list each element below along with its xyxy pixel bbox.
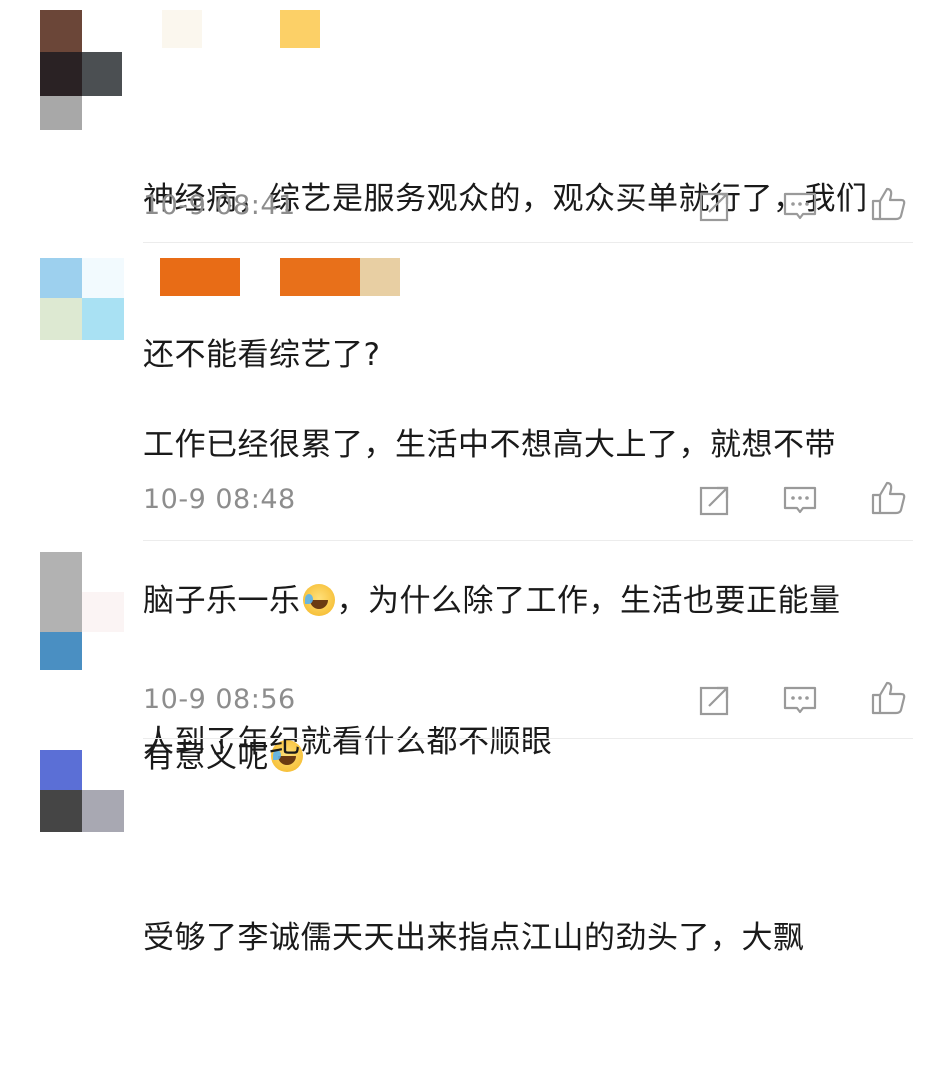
share-icon	[699, 686, 729, 716]
like-button[interactable]	[868, 478, 908, 518]
username-redacted[interactable]	[280, 10, 320, 48]
username-redacted[interactable]	[160, 258, 240, 296]
divider	[143, 540, 913, 541]
avatar[interactable]	[28, 750, 124, 832]
timestamp: 10-9 08:56	[143, 684, 296, 715]
avatar[interactable]	[28, 10, 124, 130]
share-icon	[699, 486, 729, 516]
like-button[interactable]	[868, 678, 908, 718]
timestamp: 10-9 08:48	[143, 484, 296, 515]
divider	[143, 242, 913, 243]
comment-icon	[783, 192, 817, 220]
comment-text-line: 工作已经很累了，生活中不想高大上了，就想不带	[143, 427, 836, 463]
username-redacted[interactable]	[280, 258, 360, 296]
share-button[interactable]	[695, 480, 735, 520]
avatar[interactable]	[28, 552, 124, 670]
share-button[interactable]	[695, 680, 735, 720]
thumbs-up-icon	[871, 187, 906, 221]
like-button[interactable]	[868, 184, 908, 224]
comment-button[interactable]	[780, 680, 820, 720]
divider	[143, 738, 913, 739]
avatar[interactable]	[28, 258, 124, 340]
comment-icon	[783, 686, 817, 714]
username-redacted[interactable]	[162, 10, 202, 48]
comment-text: 受够了李诚儒天天出来指点江山的劲头了，大飘	[143, 808, 913, 1068]
thumbs-up-icon	[871, 681, 906, 715]
timestamp: 10-9 08:41	[143, 190, 296, 221]
comment-button[interactable]	[780, 480, 820, 520]
share-button[interactable]	[695, 186, 735, 226]
comment-icon	[783, 486, 817, 514]
comment-text-line: 人到了年纪就看什么都不顺眼	[143, 724, 553, 760]
username-redacted[interactable]	[360, 258, 400, 296]
share-icon	[699, 192, 729, 222]
comment-button[interactable]	[780, 186, 820, 226]
comment-text-line: 受够了李诚儒天天出来指点江山的劲头了，大飘	[143, 920, 805, 956]
thumbs-up-icon	[871, 481, 906, 515]
